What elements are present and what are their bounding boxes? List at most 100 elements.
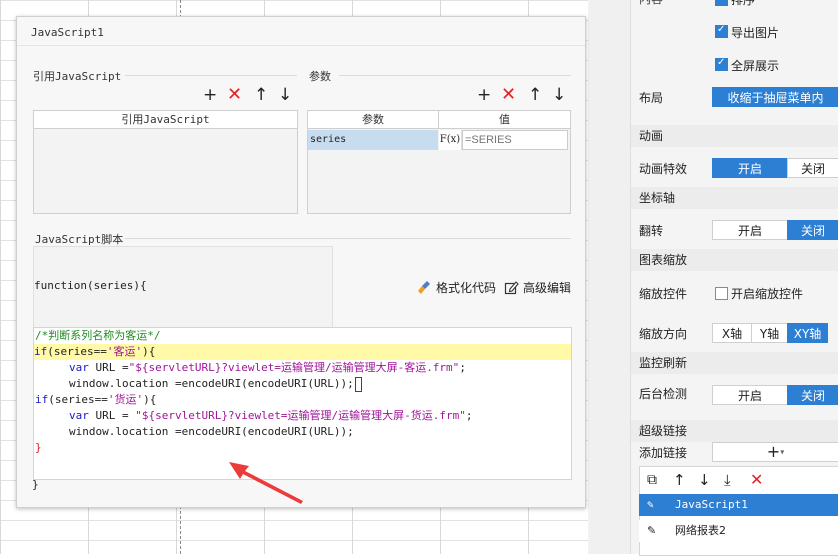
formula-fx-button[interactable]: F(x) bbox=[439, 130, 462, 150]
code-string: '客运' bbox=[106, 345, 143, 358]
code-line: window.location =encodeURI(encodeURI(URL… bbox=[69, 425, 354, 438]
add-link-dropdown[interactable]: +▾ bbox=[712, 442, 838, 462]
zoom-direction-label: 缩放方向 bbox=[639, 327, 688, 341]
code-text: (series== bbox=[47, 345, 107, 358]
param-column-name: 参数 bbox=[308, 111, 439, 129]
param-label: 参数 bbox=[309, 70, 331, 83]
link-delete-button[interactable]: ✕ bbox=[750, 471, 763, 488]
param-move-up-button[interactable]: ↑ bbox=[528, 87, 542, 104]
chart-settings-panel: 内容 排序 导出图片 全屏展示 布局 收缩于抽屉菜单内 动画 动画特效 开启 关… bbox=[630, 0, 838, 556]
code-string: "${servletURL}?viewlet=运输管理/运输管理大屏-货运.fr… bbox=[135, 409, 466, 422]
code-text: ; bbox=[459, 361, 466, 374]
param-move-down-button[interactable]: ↓ bbox=[552, 87, 566, 104]
export-image-label: 导出图片 bbox=[731, 26, 780, 40]
fullscreen-label: 全屏展示 bbox=[731, 59, 780, 73]
hyperlink-javascript-dialog: JavaScript1 引用JavaScript + ✕ ↑ ↓ 引用JavaS… bbox=[16, 16, 586, 508]
format-code-label: 格式化代码 bbox=[436, 281, 497, 295]
advanced-edit-button[interactable]: 高级编辑 bbox=[504, 279, 571, 296]
ref-js-rule bbox=[125, 75, 297, 76]
script-label: JavaScript脚本 bbox=[35, 233, 124, 246]
zoom-x-button[interactable]: X轴 bbox=[712, 323, 752, 343]
ref-move-down-button[interactable]: ↓ bbox=[278, 87, 292, 104]
link-move-bottom-button[interactable]: ⤓ bbox=[724, 472, 731, 489]
format-code-button[interactable]: 格式化代码 bbox=[417, 279, 496, 296]
monitor-header: 监控刷新 bbox=[631, 352, 838, 374]
code-text: ; bbox=[465, 409, 473, 422]
panel-gutter bbox=[590, 0, 630, 554]
dialog-title: JavaScript1 bbox=[31, 26, 104, 39]
param-value-input[interactable] bbox=[462, 130, 568, 150]
zoom-y-button[interactable]: Y轴 bbox=[751, 323, 788, 343]
code-keyword: var bbox=[69, 361, 89, 374]
code-line: if(series=='货运'){ bbox=[35, 392, 156, 408]
param-delete-button[interactable]: ✕ bbox=[501, 86, 516, 104]
code-line: /*判断系列名称为客运*/ bbox=[35, 329, 161, 342]
link-move-up-button[interactable]: ↑ bbox=[673, 472, 686, 489]
layout-select[interactable]: 收缩于抽屉菜单内 bbox=[712, 87, 838, 107]
code-text: window.location =encodeURI(encodeURI(URL… bbox=[69, 377, 354, 390]
code-line-highlighted: if(series=='客运'){ bbox=[34, 344, 571, 360]
link-list-item[interactable]: ✎ 网络报表2 bbox=[639, 520, 838, 542]
ref-move-up-button[interactable]: ↑ bbox=[254, 87, 268, 104]
add-link-label: 添加链接 bbox=[639, 446, 688, 460]
annotation-arrow-icon bbox=[229, 462, 303, 504]
code-text: ){ bbox=[143, 393, 157, 406]
function-signature: function(series){ bbox=[34, 279, 147, 292]
fullscreen-checkbox[interactable] bbox=[715, 57, 728, 71]
code-text: URL = bbox=[88, 361, 129, 374]
param-add-button[interactable]: + bbox=[477, 87, 491, 104]
flip-on-button[interactable]: 开启 bbox=[712, 220, 788, 240]
link-item-label: JavaScript1 bbox=[675, 498, 748, 511]
link-list-item-selected[interactable]: ✎ JavaScript1 bbox=[639, 494, 838, 516]
pencil-icon: ✎ bbox=[647, 498, 654, 511]
code-keyword: if bbox=[35, 393, 49, 406]
flip-off-button[interactable]: 关闭 bbox=[787, 220, 838, 240]
param-row-name[interactable]: series bbox=[308, 130, 438, 150]
title-divider bbox=[17, 45, 585, 46]
link-item-label: 网络报表2 bbox=[675, 524, 726, 537]
link-move-down-button[interactable]: ↓ bbox=[698, 472, 711, 489]
zoom-header: 图表缩放 bbox=[631, 249, 838, 271]
code-line: window.location =encodeURI(encodeURI(URL… bbox=[69, 376, 362, 392]
broom-icon bbox=[418, 281, 430, 294]
code-keyword: if bbox=[34, 345, 48, 358]
ref-add-button[interactable]: + bbox=[203, 87, 217, 104]
animation-on-button[interactable]: 开启 bbox=[712, 158, 788, 178]
copy-link-button[interactable]: ⧉ bbox=[647, 472, 657, 489]
function-closing-brace: } bbox=[32, 478, 39, 491]
background-check-on-button[interactable]: 开启 bbox=[712, 385, 788, 405]
param-column-value: 值 bbox=[439, 111, 570, 129]
animation-effect-label: 动画特效 bbox=[639, 162, 688, 176]
pencil-icon: ✎ bbox=[647, 524, 657, 537]
code-text: ){ bbox=[142, 345, 156, 358]
code-string: "${servletURL}?viewlet=运输管理/运输管理大屏-客运.fr… bbox=[128, 361, 460, 374]
background-check-label: 后台检测 bbox=[639, 387, 688, 401]
param-table: 参数 值 series F(x) bbox=[307, 110, 571, 214]
edit-icon bbox=[504, 281, 519, 295]
code-line: var URL ="${servletURL}?viewlet=运输管理/运输管… bbox=[69, 360, 466, 376]
text-cursor bbox=[354, 376, 362, 392]
advanced-edit-label: 高级编辑 bbox=[523, 281, 572, 295]
code-string: '货运' bbox=[107, 393, 144, 406]
layout-label: 布局 bbox=[639, 91, 664, 105]
code-text: (series== bbox=[48, 393, 108, 406]
animation-off-button[interactable]: 关闭 bbox=[787, 158, 838, 178]
zoom-control-checkbox-label: 开启缩放控件 bbox=[731, 287, 804, 301]
hyperlink-header: 超级链接 bbox=[631, 420, 838, 442]
axis-header: 坐标轴 bbox=[631, 187, 838, 209]
ref-js-column-header: 引用JavaScript bbox=[34, 111, 297, 129]
sort-checkbox[interactable] bbox=[715, 0, 728, 6]
zoom-control-checkbox[interactable] bbox=[715, 287, 728, 300]
export-image-checkbox[interactable] bbox=[715, 24, 728, 38]
ref-js-label: 引用JavaScript bbox=[33, 70, 122, 83]
code-text: URL = bbox=[88, 409, 136, 422]
zoom-control-label: 缩放控件 bbox=[639, 287, 688, 301]
ref-delete-button[interactable]: ✕ bbox=[227, 86, 242, 104]
ref-js-table[interactable]: 引用JavaScript bbox=[33, 110, 298, 214]
background-check-off-button[interactable]: 关闭 bbox=[787, 385, 838, 405]
code-line: } bbox=[35, 441, 42, 454]
param-rule bbox=[339, 75, 571, 76]
code-keyword: var bbox=[69, 409, 89, 422]
code-line: var URL = "${servletURL}?viewlet=运输管理/运输… bbox=[69, 408, 473, 424]
zoom-xy-button[interactable]: XY轴 bbox=[787, 323, 828, 343]
